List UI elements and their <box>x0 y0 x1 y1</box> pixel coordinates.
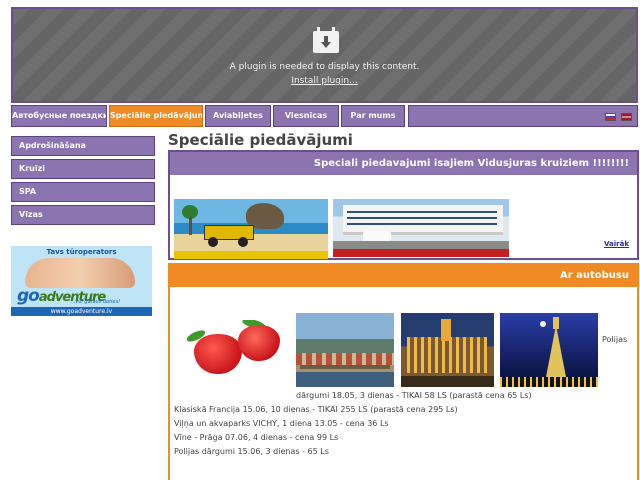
ad-url: www.goadventure.lv <box>11 307 152 316</box>
trip-line[interactable]: Klasiskā Francija 15.06, 10 dienas - TIK… <box>174 405 458 414</box>
nav-item-special-offers[interactable]: Speciālie piedāvājumi <box>109 105 203 127</box>
bus-trips-heading[interactable]: Ar autobusu <box>170 265 637 287</box>
strawberries-image <box>178 320 288 380</box>
goadventure-banner[interactable]: Tavs tūroperators goadventure ...esi gat… <box>11 246 152 316</box>
trip-line[interactable]: Viļņa un akvaparks VICHY, 1 diena 13.05 … <box>174 419 389 428</box>
main-nav: Автобусные поездки Speciālie piedāvājumi… <box>11 105 638 128</box>
trip-line[interactable]: Polijas dārgumi 15.06, 3 dienas - 65 Ls <box>174 447 329 456</box>
bus-trips-box: Ar autobusu Polijas dārgumi 18.05, 3 die… <box>168 263 639 480</box>
vienna-image[interactable] <box>401 313 494 387</box>
cruise-offer-heading[interactable]: Speciali piedavajumi isajiem Vidusjuras … <box>170 152 637 175</box>
nav-item-air-tickets[interactable]: Aviabiļetes <box>205 105 271 127</box>
trip-line[interactable]: Vīne - Prāga 07.06, 4 dienas - cena 99 L… <box>174 433 338 442</box>
cruise-ship-image[interactable] <box>333 199 509 257</box>
sidebar-item-cruises[interactable]: Kruīzi <box>11 159 155 179</box>
trip-text-continuation: Polijas <box>602 335 628 344</box>
install-plugin-link[interactable]: Install plugin... <box>13 76 636 86</box>
lv-flag-icon[interactable] <box>621 113 632 121</box>
ad-tagline: ...esi gatavs doties! <box>71 299 121 305</box>
beach-jeep-image[interactable] <box>174 199 328 259</box>
prague-image[interactable] <box>296 313 394 387</box>
nav-item-bus-trips[interactable]: Автобусные поездки <box>11 105 107 127</box>
ru-flag-icon[interactable] <box>605 113 616 121</box>
plugin-download-icon <box>313 27 339 53</box>
nav-item-about-us[interactable]: Par mums <box>341 105 405 127</box>
sidebar-item-spa[interactable]: SPA <box>11 182 155 202</box>
ad-top-text: Tavs tūroperators <box>46 248 117 256</box>
plugin-message: A plugin is needed to display this conte… <box>229 62 420 72</box>
trip-line[interactable]: dārgumi 18.05, 3 dienas - TIKAI 58 LS (p… <box>296 391 532 400</box>
sidebar-item-insurance[interactable]: Apdrošināšana <box>11 136 155 156</box>
page-title: Speciālie piedāvājumi <box>168 131 353 149</box>
nav-item-hotels[interactable]: Viesnīcas <box>273 105 339 127</box>
plugin-placeholder[interactable]: A plugin is needed to display this conte… <box>11 7 638 103</box>
paris-eiffel-image[interactable] <box>500 313 598 387</box>
cruise-offer-box: Speciali piedavajumi isajiem Vidusjuras … <box>168 150 639 260</box>
page: A plugin is needed to display this conte… <box>0 0 640 480</box>
more-link[interactable]: Vairāk <box>604 240 629 248</box>
sidebar-item-visas[interactable]: Vīzas <box>11 205 155 225</box>
nav-language-area <box>408 105 638 127</box>
ad-couple-photo <box>25 258 135 288</box>
